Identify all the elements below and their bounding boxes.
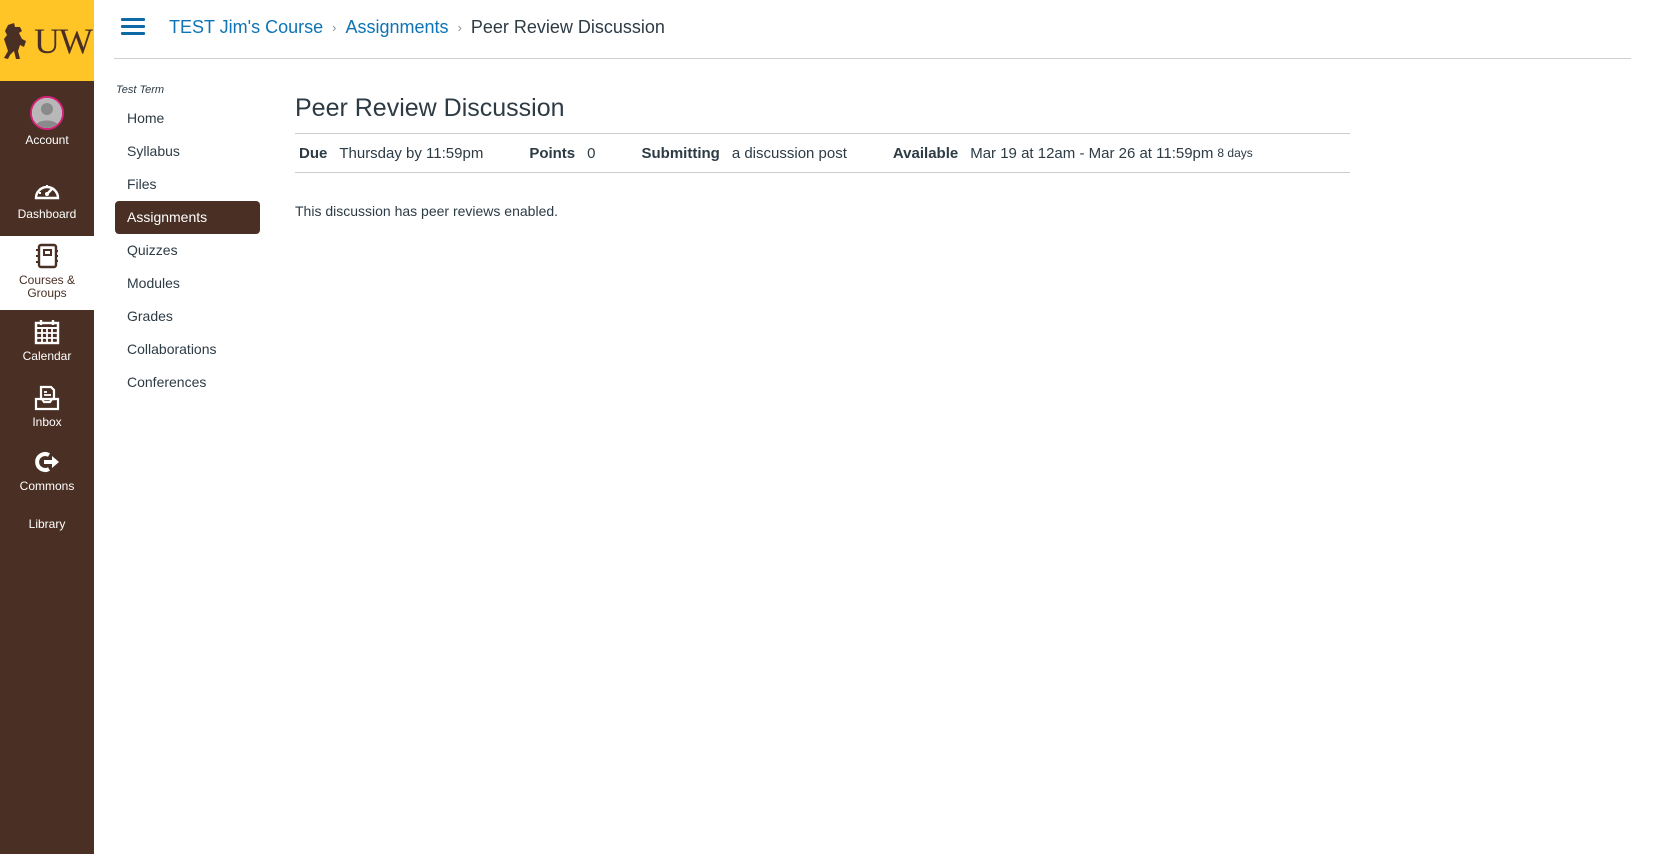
course-nav-collaborations[interactable]: Collaborations xyxy=(115,333,260,366)
global-nav-library[interactable]: Library xyxy=(0,514,94,531)
term-label: Test Term xyxy=(116,84,165,96)
course-nav-conferences[interactable]: Conferences xyxy=(115,366,260,399)
course-nav-files[interactable]: Files xyxy=(115,168,260,201)
breadcrumb: TEST Jim's Course › Assignments › Peer R… xyxy=(169,17,665,38)
available-label: Available xyxy=(892,144,959,162)
assignment-content: Peer Review Discussion Due Thursday by 1… xyxy=(295,92,1350,233)
course-nav-modules[interactable]: Modules xyxy=(115,267,260,300)
logo-text: UW xyxy=(34,20,93,61)
page-header: TEST Jim's Course › Assignments › Peer R… xyxy=(114,0,1631,59)
avatar-icon xyxy=(30,96,64,130)
university-logo[interactable]: UW xyxy=(0,0,94,81)
hamburger-icon[interactable] xyxy=(121,18,145,38)
breadcrumb-current: Peer Review Discussion xyxy=(470,17,665,37)
commons-icon xyxy=(34,448,60,476)
assignment-details: Due Thursday by 11:59pm Points 0 Submitt… xyxy=(295,133,1350,173)
points-label: Points xyxy=(529,144,576,162)
breadcrumb-separator-icon: › xyxy=(332,20,337,35)
calendar-icon xyxy=(34,318,60,346)
breadcrumb-assignments-link[interactable]: Assignments xyxy=(345,17,448,38)
global-nav-courses[interactable]: Courses & Groups xyxy=(0,236,94,310)
points-value: 0 xyxy=(587,144,596,162)
global-nav-label: Dashboard xyxy=(17,207,77,221)
course-nav-syllabus[interactable]: Syllabus xyxy=(115,135,260,168)
course-nav-home[interactable]: Home xyxy=(115,102,260,135)
global-nav-label-line2: Groups xyxy=(27,286,67,300)
page-title: Peer Review Discussion xyxy=(295,94,565,122)
bucking-horse-icon xyxy=(4,22,26,59)
global-nav-account[interactable]: Account xyxy=(0,96,94,147)
submitting-label: Submitting xyxy=(641,144,720,162)
course-nav-assignments[interactable]: Assignments xyxy=(115,201,260,234)
global-nav-inbox[interactable]: Inbox xyxy=(0,384,94,429)
breadcrumb-course-link[interactable]: TEST Jim's Course xyxy=(169,17,323,38)
global-nav-label: Library xyxy=(28,517,66,531)
global-nav: UW Account Dashboard Courses & Groups Ca… xyxy=(0,0,94,854)
breadcrumb-separator-icon: › xyxy=(457,20,462,35)
global-nav-dashboard[interactable]: Dashboard xyxy=(0,176,94,221)
global-nav-commons[interactable]: Commons xyxy=(0,448,94,493)
global-nav-label: Calendar xyxy=(22,349,72,363)
inbox-icon xyxy=(34,384,60,412)
global-nav-calendar[interactable]: Calendar xyxy=(0,318,94,363)
global-nav-label: Inbox xyxy=(32,415,62,429)
course-nav-grades[interactable]: Grades xyxy=(115,300,260,333)
global-nav-label: Commons xyxy=(19,479,75,493)
global-nav-label: Account xyxy=(25,133,69,147)
assignment-description: This discussion has peer reviews enabled… xyxy=(295,203,559,219)
due-value: Thursday by 11:59pm xyxy=(339,144,484,162)
available-duration: 8 days xyxy=(1217,146,1253,160)
speedometer-icon xyxy=(33,176,61,204)
course-nav: Test Term Home Syllabus Files Assignment… xyxy=(115,84,260,399)
due-label: Due xyxy=(299,144,328,162)
available-value: Mar 19 at 12am - Mar 26 at 11:59pm xyxy=(970,144,1214,162)
submitting-value: a discussion post xyxy=(731,144,847,162)
course-nav-quizzes[interactable]: Quizzes xyxy=(115,234,260,267)
notebook-icon xyxy=(34,242,60,270)
